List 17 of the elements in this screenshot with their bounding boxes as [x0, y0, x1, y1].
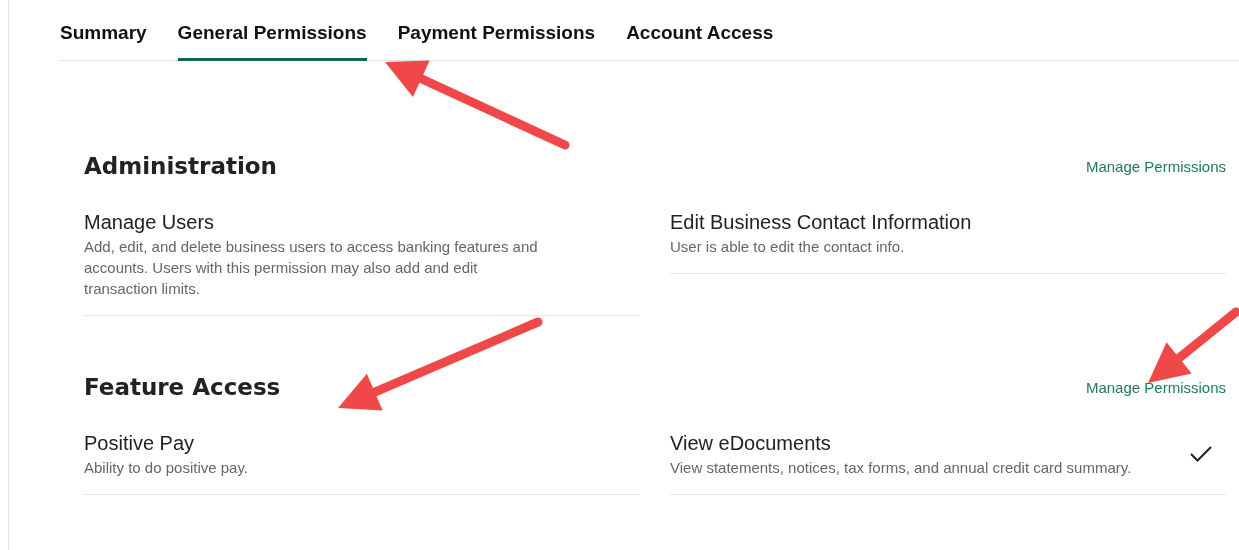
section-heading: Administration — [84, 153, 277, 179]
manage-permissions-link[interactable]: Manage Permissions — [1085, 378, 1226, 396]
permission-title: Edit Business Contact Information — [670, 210, 973, 235]
tab[interactable]: Account Access — [626, 22, 774, 61]
manage-permissions-link[interactable]: Manage Permissions — [1085, 157, 1226, 175]
permission-description: Add, edit, and delete business users to access banking features and accounts. Users with this permission may also add and edit transaction limits. — [84, 237, 539, 299]
permission-description: User is able to edit the contact info. — [670, 237, 906, 257]
checkmark-icon — [1190, 446, 1212, 462]
tab[interactable]: Summary — [60, 22, 147, 61]
tab[interactable]: General Permissions — [177, 22, 367, 61]
permission-description: View statements, notices, tax forms, and annual credit card summary. — [670, 458, 1133, 478]
permission-title: Manage Users — [84, 210, 216, 235]
tab[interactable]: Payment Permissions — [397, 22, 596, 61]
permission-title: View eDocuments — [670, 431, 832, 456]
section-heading: Feature Access — [84, 374, 281, 400]
permission-title: Positive Pay — [84, 431, 196, 456]
permission-description: Ability to do positive pay. — [84, 458, 249, 478]
